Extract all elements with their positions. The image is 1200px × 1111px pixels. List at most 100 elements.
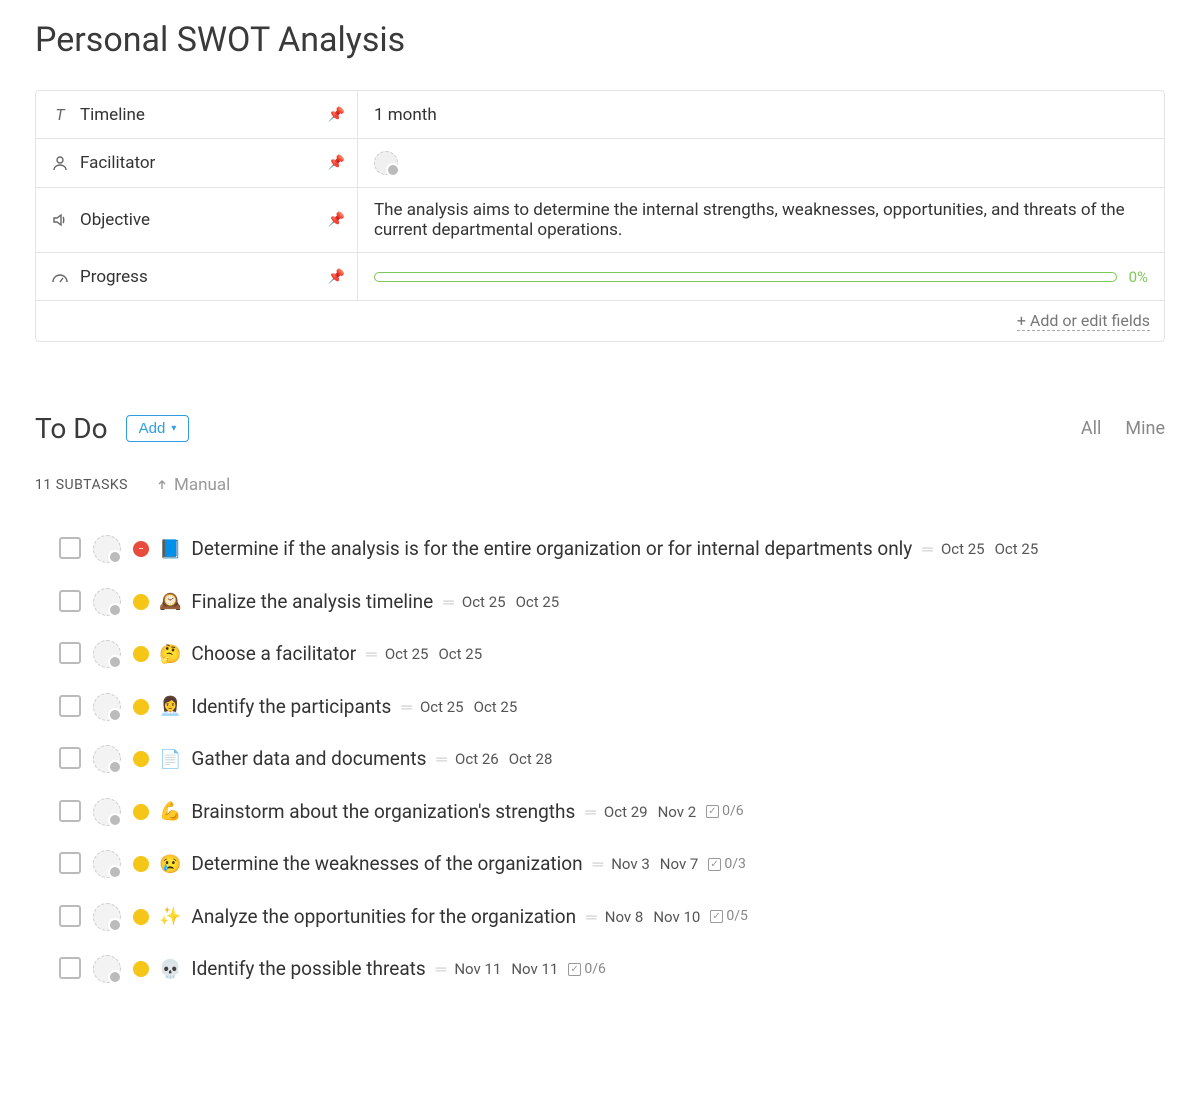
task-start-date[interactable]: Oct 26	[455, 748, 499, 771]
status-dot[interactable]	[133, 909, 149, 925]
task-checklist[interactable]: 0/5	[710, 906, 748, 927]
task-row[interactable]: 💀Identify the possible threats═Nov 11Nov…	[35, 943, 1165, 996]
task-start-date[interactable]: Nov 3	[611, 853, 650, 876]
assignee-avatar[interactable]	[93, 535, 121, 563]
section-header: To Do Add All Mine	[35, 412, 1165, 445]
task-row[interactable]: 🤔Choose a facilitator═Oct 25Oct 25	[35, 628, 1165, 681]
sort-mode[interactable]: Manual	[156, 475, 230, 495]
task-title[interactable]: Choose a facilitator	[191, 640, 356, 669]
task-checkbox[interactable]	[59, 695, 81, 717]
priority-icon[interactable]: ═	[585, 801, 594, 824]
pin-icon[interactable]: 📌	[328, 269, 345, 285]
field-value[interactable]: The analysis aims to determine the inter…	[358, 188, 1164, 252]
priority-icon[interactable]: ═	[593, 853, 602, 876]
task-checklist[interactable]: 0/6	[568, 959, 606, 980]
task-due-date[interactable]: Nov 10	[653, 906, 700, 929]
priority-icon[interactable]: ═	[443, 591, 452, 614]
task-start-date[interactable]: Nov 8	[605, 906, 644, 929]
assignee-avatar[interactable]	[93, 903, 121, 931]
avatar-placeholder-icon[interactable]	[374, 151, 398, 175]
task-checkbox[interactable]	[59, 852, 81, 874]
assignee-avatar[interactable]	[93, 745, 121, 773]
task-checkbox[interactable]	[59, 537, 81, 559]
status-dot[interactable]	[133, 699, 149, 715]
task-due-date[interactable]: Oct 25	[516, 591, 560, 614]
task-due-date[interactable]: Oct 25	[438, 643, 482, 666]
priority-icon[interactable]: ═	[436, 958, 445, 981]
field-label-cell[interactable]: T Timeline 📌	[36, 91, 358, 138]
task-row[interactable]: 👩‍💼Identify the participants═Oct 25Oct 2…	[35, 681, 1165, 734]
priority-icon[interactable]: ═	[586, 906, 595, 929]
task-start-date[interactable]: Oct 25	[420, 696, 464, 719]
task-title[interactable]: Identify the possible threats	[191, 955, 425, 984]
filter-mine[interactable]: Mine	[1125, 418, 1165, 439]
status-dot[interactable]: −	[133, 541, 149, 557]
priority-icon[interactable]: ═	[366, 643, 375, 666]
field-label-cell[interactable]: Progress 📌	[36, 253, 358, 300]
task-icon: 💪	[159, 798, 181, 825]
task-icon: 📘	[159, 536, 181, 563]
task-row[interactable]: 📄Gather data and documents═Oct 26Oct 28	[35, 733, 1165, 786]
add-edit-fields-link[interactable]: + Add or edit fields	[1017, 311, 1150, 331]
assignee-avatar[interactable]	[93, 588, 121, 616]
assignee-avatar[interactable]	[93, 798, 121, 826]
task-due-date[interactable]: Oct 25	[995, 538, 1039, 561]
priority-icon[interactable]: ═	[922, 538, 931, 561]
task-checklist[interactable]: 0/3	[708, 854, 746, 875]
field-value[interactable]	[358, 139, 1164, 187]
assignee-avatar[interactable]	[93, 955, 121, 983]
status-dot[interactable]	[133, 646, 149, 662]
task-title[interactable]: Brainstorm about the organization's stre…	[191, 798, 575, 827]
subtasks-header: 11 SUBTASKS Manual	[35, 475, 1165, 495]
task-title[interactable]: Gather data and documents	[191, 745, 426, 774]
task-row[interactable]: 💪 Brainstorm about the organization's str…	[35, 786, 1165, 839]
task-due-date[interactable]: Nov 2	[658, 801, 697, 824]
field-value[interactable]: 1 month	[358, 91, 1164, 138]
task-checkbox[interactable]	[59, 747, 81, 769]
priority-icon[interactable]: ═	[436, 748, 445, 771]
status-dot[interactable]	[133, 751, 149, 767]
assignee-avatar[interactable]	[93, 693, 121, 721]
priority-icon[interactable]: ═	[401, 696, 410, 719]
task-checkbox[interactable]	[59, 642, 81, 664]
pin-icon[interactable]: 📌	[328, 107, 345, 123]
task-row[interactable]: −📘 Determine if the analysis is for the e…	[35, 523, 1165, 576]
task-start-date[interactable]: Nov 11	[454, 958, 501, 981]
task-start-date[interactable]: Oct 25	[385, 643, 429, 666]
task-start-date[interactable]: Oct 29	[604, 801, 648, 824]
status-dot[interactable]	[133, 804, 149, 820]
status-dot[interactable]	[133, 961, 149, 977]
task-due-date[interactable]: Nov 11	[511, 958, 558, 981]
task-checkbox[interactable]	[59, 957, 81, 979]
add-button[interactable]: Add	[126, 415, 190, 442]
filter-all[interactable]: All	[1081, 418, 1102, 439]
task-due-date[interactable]: Nov 7	[660, 853, 699, 876]
task-due-date[interactable]: Oct 28	[509, 748, 553, 771]
page-title: Personal SWOT Analysis	[35, 20, 1165, 60]
pin-icon[interactable]: 📌	[328, 212, 345, 228]
task-checklist[interactable]: 0/6	[706, 801, 744, 822]
field-value[interactable]: 0%	[358, 253, 1164, 300]
task-due-date[interactable]: Oct 25	[474, 696, 518, 719]
task-checkbox[interactable]	[59, 590, 81, 612]
status-dot[interactable]	[133, 594, 149, 610]
field-label-cell[interactable]: Facilitator 📌	[36, 139, 358, 187]
pin-icon[interactable]: 📌	[328, 155, 345, 171]
task-title[interactable]: Determine the weaknesses of the organiza…	[191, 850, 582, 879]
assignee-avatar[interactable]	[93, 850, 121, 878]
progress-percent: 0%	[1129, 268, 1148, 286]
task-title[interactable]: Analyze the opportunities for the organi…	[191, 903, 576, 932]
task-start-date[interactable]: Oct 25	[462, 591, 506, 614]
task-title[interactable]: Finalize the analysis timeline	[191, 588, 433, 617]
task-start-date[interactable]: Oct 25	[941, 538, 985, 561]
status-dot[interactable]	[133, 856, 149, 872]
task-title[interactable]: Determine if the analysis is for the ent…	[191, 535, 912, 564]
assignee-avatar[interactable]	[93, 640, 121, 668]
task-row[interactable]: 😢Determine the weaknesses of the organiz…	[35, 838, 1165, 891]
task-title[interactable]: Identify the participants	[191, 693, 391, 722]
task-checkbox[interactable]	[59, 800, 81, 822]
task-checkbox[interactable]	[59, 905, 81, 927]
task-row[interactable]: ✨Analyze the opportunities for the organ…	[35, 891, 1165, 944]
task-row[interactable]: 🕰️Finalize the analysis timeline═Oct 25O…	[35, 576, 1165, 629]
field-label-cell[interactable]: Objective 📌	[36, 188, 358, 252]
